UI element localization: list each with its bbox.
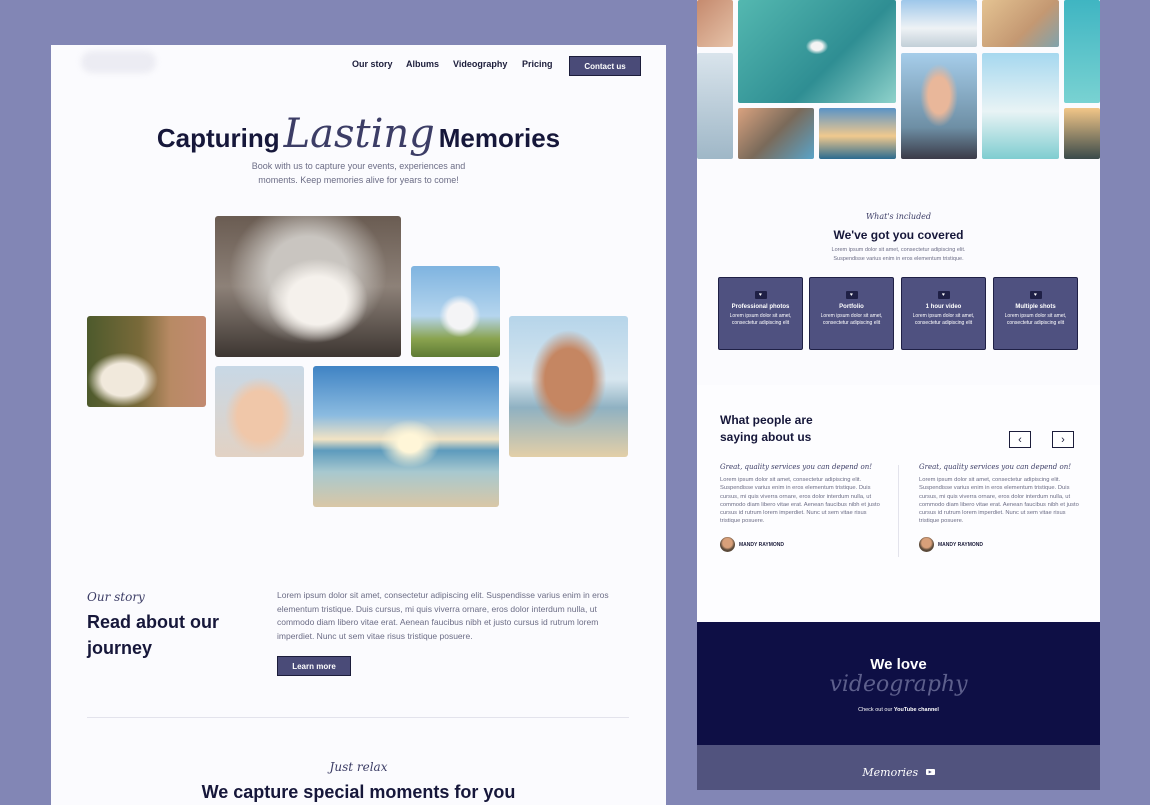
testimonial-body: Lorem ipsum dolor sit amet, consectetur … (720, 477, 880, 525)
prev-arrow-button[interactable]: ‹ (1009, 431, 1031, 448)
testimonial-body: Lorem ipsum dolor sit amet, consectetur … (919, 477, 1079, 525)
testimonial-author: MANDY RAYMOND (739, 541, 785, 548)
landing-page-left: Our story Albums Videography Pricing Con… (51, 45, 666, 805)
included-heading: We've got you covered (833, 228, 964, 242)
included-subtitle: Lorem ipsum dolor sit amet, consectetur … (831, 247, 966, 262)
feature-card-multiple-shots[interactable]: ♥ Multiple shots Lorem ipsum dolor sit a… (993, 277, 1078, 350)
mosaic-photo-2 (697, 53, 733, 159)
next-arrow-button[interactable]: › (1052, 431, 1074, 448)
mosaic-photo-5 (819, 108, 896, 159)
hero-title-end: Memories (438, 123, 561, 153)
feature-card-video[interactable]: ♥ 1 hour video Lorem ipsum dolor sit ame… (901, 277, 986, 350)
photo-baby-eating (215, 366, 304, 457)
nav-pricing[interactable]: Pricing (522, 59, 553, 69)
chevron-left-icon: ‹ (1018, 433, 1022, 446)
photo-wedding-car (215, 216, 401, 357)
mosaic-photo-4 (738, 108, 814, 159)
photo-beach-sunset (313, 366, 499, 507)
landing-page-right: What's included We've got you covered Lo… (697, 0, 1100, 790)
hero-title-script: Lasting (283, 111, 435, 157)
feature-desc: Lorem ipsum dolor sit amet, consectetur … (1004, 313, 1067, 326)
testimonial-card-1: Great, quality services you can depend o… (720, 463, 880, 554)
avatar (720, 537, 735, 553)
photo-girl-hugging (87, 316, 206, 407)
story-eyebrow: Our story (87, 590, 145, 604)
feature-title: Portfolio (839, 304, 864, 310)
testimonial-author-row: MANDY RAYMOND (919, 536, 1079, 554)
hero-title-start: Capturing (156, 123, 280, 153)
heart-icon: ♥ (754, 291, 767, 299)
testimonial-card-2: Great, quality services you can depend o… (919, 463, 1079, 554)
mosaic-photo-1 (697, 0, 733, 47)
memories-label-row: Memories ▶ (697, 763, 1100, 781)
photo-father-child (509, 316, 628, 457)
heart-icon: ♥ (937, 291, 950, 299)
photo-bride-field (411, 266, 500, 357)
mosaic-photo-9 (982, 53, 1059, 159)
mosaic-photo-6 (901, 0, 977, 47)
mosaic-photo-10 (1064, 0, 1100, 103)
hero-title: Capturing Lasting Memories (51, 111, 666, 157)
heart-icon: ♥ (845, 291, 858, 299)
video-script: videography (829, 672, 968, 697)
relax-eyebrow: Just relax (329, 760, 388, 774)
feature-title: Multiple shots (1015, 304, 1056, 310)
testimonial-title: Great, quality services you can depend o… (720, 463, 873, 471)
avatar (919, 537, 934, 553)
video-caption-text: Check out our (858, 707, 893, 713)
feature-card-professional-photos[interactable]: ♥ Professional photos Lorem ipsum dolor … (718, 277, 803, 350)
included-eyebrow: What's included (865, 212, 932, 221)
video-caption: Check out our YouTube channel (697, 707, 1100, 713)
story-heading: Read about our journey (87, 612, 220, 658)
contact-us-button[interactable]: Contact us (569, 56, 641, 76)
feature-title: 1 hour video (925, 304, 962, 310)
section-divider (87, 717, 629, 718)
feature-desc: Lorem ipsum dolor sit amet, consectetur … (729, 313, 792, 326)
video-heading: We love (870, 656, 927, 673)
testimonial-author: MANDY RAYMOND (938, 541, 984, 548)
memories-label: Memories (862, 766, 919, 779)
story-body: Lorem ipsum dolor sit amet, consectetur … (277, 590, 609, 641)
feature-title: Professional photos (731, 304, 790, 310)
learn-more-button[interactable]: Learn more (277, 656, 351, 676)
feature-card-portfolio[interactable]: ♥ Portfolio Lorem ipsum dolor sit amet, … (809, 277, 894, 350)
testimonial-title: Great, quality services you can depend o… (919, 463, 1072, 471)
nav-videography[interactable]: Videography (453, 59, 507, 69)
testimonial-author-row: MANDY RAYMOND (720, 536, 880, 554)
chevron-right-icon: › (1061, 433, 1065, 446)
testimonial-divider (898, 465, 899, 557)
relax-heading: We capture special moments for you (201, 782, 516, 802)
youtube-icon: ▶ (925, 768, 935, 775)
logo[interactable] (81, 51, 156, 73)
mosaic-photo-8 (982, 0, 1059, 47)
youtube-channel-link[interactable]: YouTube channel (894, 707, 939, 713)
mosaic-photo-11 (1064, 108, 1100, 159)
heart-icon: ♥ (1029, 291, 1042, 299)
mosaic-photo-3 (738, 0, 896, 103)
nav-our-story[interactable]: Our story (352, 59, 393, 69)
memories-section: Memories ▶ (697, 745, 1100, 790)
feature-desc: Lorem ipsum dolor sit amet, consectetur … (912, 313, 975, 326)
mosaic-photo-7 (901, 53, 977, 159)
feature-desc: Lorem ipsum dolor sit amet, consectetur … (820, 313, 883, 326)
testimonials-heading: What people are saying about us (720, 413, 813, 444)
hero-subtitle: Book with us to capture your events, exp… (251, 161, 466, 185)
video-banner: We love videography Check out our YouTub… (697, 622, 1100, 745)
nav-albums[interactable]: Albums (406, 59, 439, 69)
